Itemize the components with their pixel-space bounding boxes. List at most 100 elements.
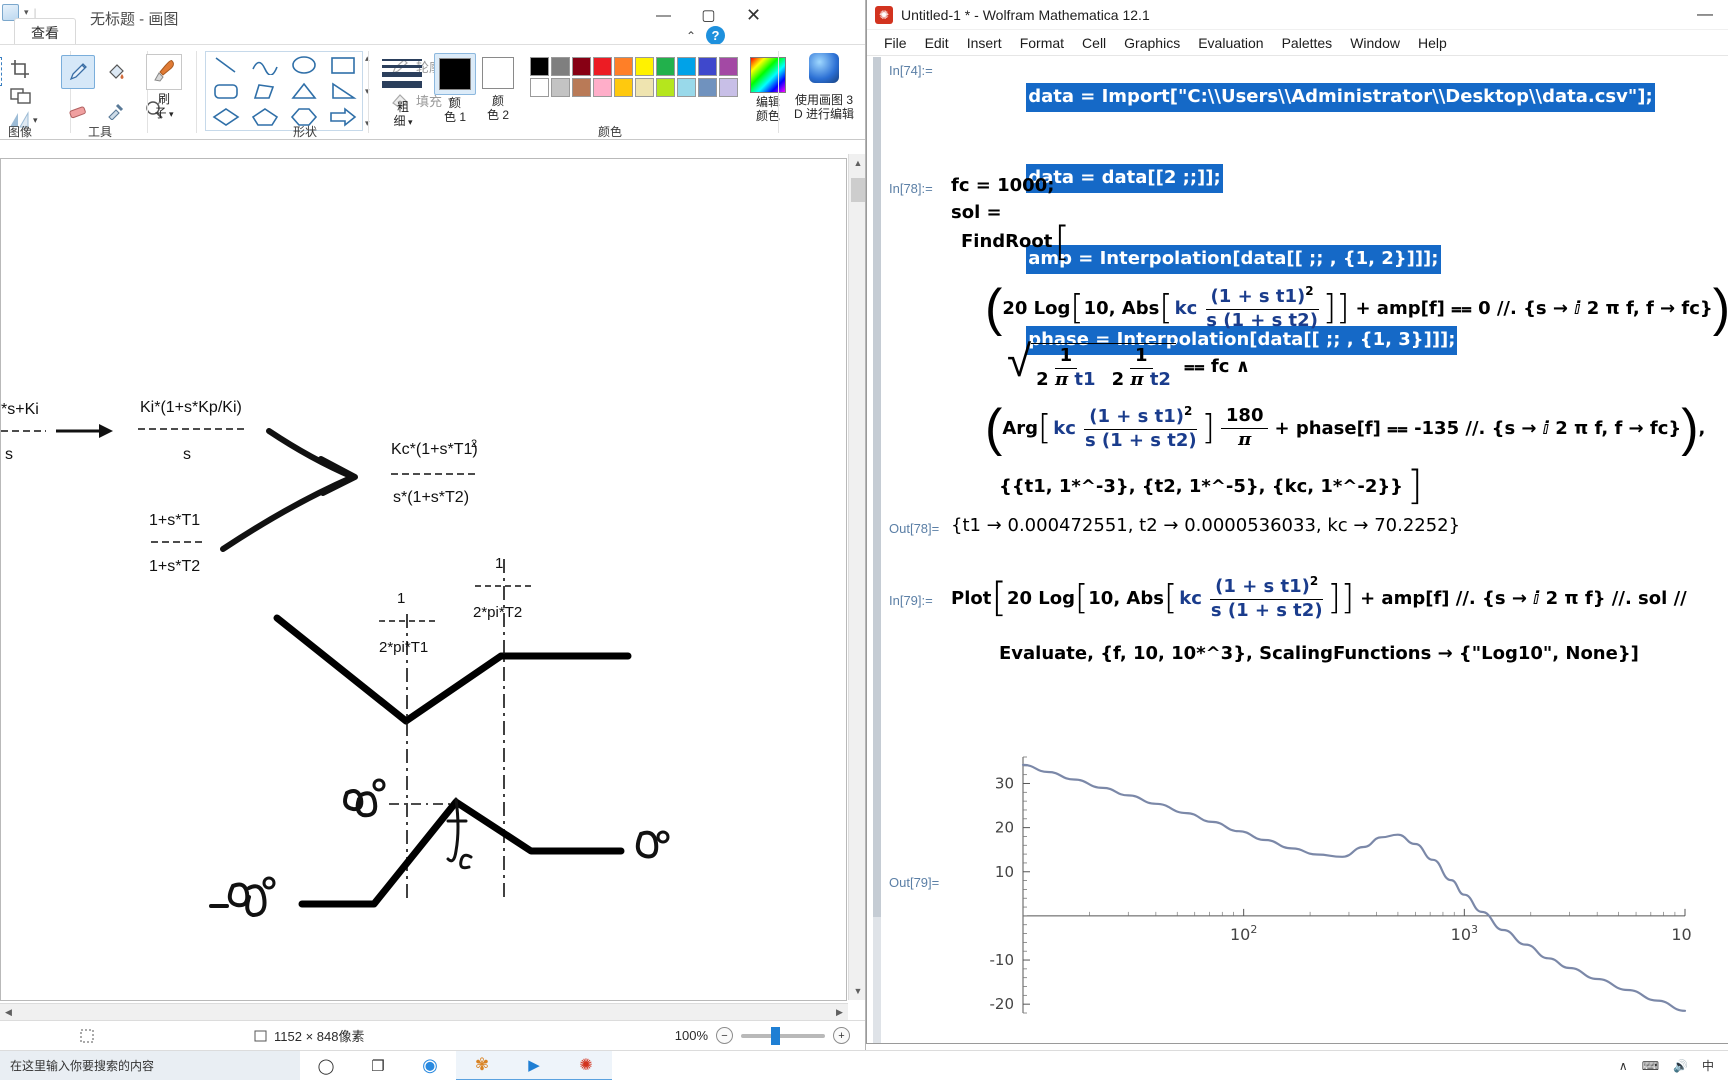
vertical-scroll-thumb[interactable] (851, 178, 865, 202)
color1-swatch[interactable] (439, 58, 471, 90)
shape-line[interactable] (206, 52, 245, 78)
color2-swatch[interactable] (482, 57, 514, 89)
menu-evaluation[interactable]: Evaluation (1189, 33, 1272, 53)
palette-swatch[interactable] (530, 78, 549, 97)
shape-right-triangle[interactable] (323, 78, 362, 104)
shape-rectangle[interactable] (323, 52, 362, 78)
thickness-1-icon[interactable] (382, 59, 422, 61)
canvas-vertical-scrollbar[interactable]: ▲ ▼ (848, 154, 865, 1000)
ribbon-help-area[interactable]: ⌃ ? (686, 26, 725, 45)
palette-swatch[interactable] (698, 78, 717, 97)
scroll-down-icon[interactable]: ▼ (849, 982, 865, 1000)
windows-taskbar[interactable]: 在这里输入你要搜索的内容 ◯ ❐ ◉ ✾ ▶ ✺ ∧ ⌨ 🔊 中 (0, 1050, 1728, 1080)
zoom-slider-knob[interactable] (771, 1026, 780, 1045)
menu-edit[interactable]: Edit (916, 33, 958, 53)
paint-ribbon-tabs[interactable]: 查看 (0, 18, 865, 48)
system-tray[interactable]: ∧ ⌨ 🔊 中 (1619, 1057, 1728, 1074)
palette-swatch[interactable] (530, 57, 549, 76)
palette-swatch[interactable] (551, 78, 570, 97)
thickness-2-icon[interactable] (382, 65, 422, 68)
thickness-3-icon[interactable] (382, 72, 422, 77)
zoom-in-button[interactable]: + (833, 1027, 850, 1044)
mathematica-icon[interactable]: ✺ (560, 1050, 612, 1080)
chevron-down-icon[interactable]: ▾ (166, 109, 174, 119)
ribbon-group-paint3d[interactable]: 使用画图 3 D 进行编辑 (782, 45, 865, 141)
zoom-control[interactable]: 100% − + (675, 1026, 850, 1045)
chrome-icon[interactable]: ◉ (404, 1051, 456, 1080)
shape-ellipse[interactable] (284, 52, 323, 78)
color1-button[interactable]: 颜 色 1 (434, 53, 476, 125)
shape-rounded-rectangle[interactable] (206, 78, 245, 104)
palette-swatch[interactable] (551, 57, 570, 76)
volume-icon[interactable]: 🔊 (1673, 1059, 1688, 1073)
chevron-up-icon[interactable]: ⌃ (686, 29, 696, 43)
chevron-down-icon[interactable]: ▾ (24, 7, 29, 18)
shape-polygon[interactable] (245, 78, 284, 104)
palette-swatch[interactable] (572, 78, 591, 97)
canvas-horizontal-scrollbar[interactable]: ◀ ▶ (0, 1003, 848, 1020)
ribbon-group-thickness[interactable]: 粗 细 ▾ (372, 45, 434, 141)
menu-palettes[interactable]: Palettes (1273, 33, 1342, 53)
mathematica-menubar[interactable]: File Edit Insert Format Cell Graphics Ev… (867, 30, 1728, 56)
color2-button[interactable]: 颜 色 2 (482, 57, 514, 123)
palette-swatch[interactable] (677, 78, 696, 97)
help-icon[interactable]: ? (706, 26, 725, 45)
notebook-scroll-thumb[interactable] (873, 57, 881, 917)
palette-swatch[interactable] (593, 57, 612, 76)
thickness-options[interactable] (382, 59, 422, 88)
scroll-right-icon[interactable]: ▶ (831, 1004, 848, 1021)
menu-help[interactable]: Help (1409, 33, 1456, 53)
shape-triangle[interactable] (284, 78, 323, 104)
color-picker-tool[interactable] (99, 93, 133, 127)
thickness-4-icon[interactable] (382, 81, 422, 88)
task-view-icon[interactable]: ❐ (352, 1051, 404, 1080)
palette-swatch[interactable] (698, 57, 717, 76)
settings-icon[interactable]: ✾ (456, 1050, 508, 1080)
palette-swatch[interactable] (719, 78, 738, 97)
tray-expand-icon[interactable]: ∧ (1619, 1059, 1628, 1073)
pencil-tool[interactable] (61, 55, 95, 89)
color-palette[interactable] (530, 57, 738, 97)
menu-insert[interactable]: Insert (958, 33, 1011, 53)
zoom-slider[interactable] (741, 1026, 825, 1045)
eraser-tool[interactable] (61, 93, 95, 127)
keyboard-icon[interactable]: ⌨ (1642, 1059, 1659, 1073)
brush-button[interactable] (146, 54, 182, 90)
paint-canvas[interactable]: *s+Ki s Ki*(1+s*Kp/Ki) s 1+s*T1 1+s*T2 K… (0, 158, 847, 1001)
paint-canvas-area[interactable]: *s+Ki s Ki*(1+s*Kp/Ki) s 1+s*T1 1+s*T2 K… (0, 140, 865, 1020)
zoom-out-button[interactable]: − (716, 1027, 733, 1044)
menu-window[interactable]: Window (1341, 33, 1409, 53)
menu-graphics[interactable]: Graphics (1115, 33, 1189, 53)
palette-swatch[interactable] (614, 57, 633, 76)
ribbon-group-brushes[interactable]: 刷 子 ▾ (132, 45, 196, 141)
minimize-button[interactable]: — (1682, 0, 1728, 30)
palette-swatch[interactable] (677, 57, 696, 76)
scroll-left-icon[interactable]: ◀ (0, 1004, 17, 1021)
menu-format[interactable]: Format (1011, 33, 1073, 53)
menu-file[interactable]: File (875, 33, 916, 53)
palette-swatch[interactable] (656, 57, 675, 76)
resize-button[interactable] (10, 85, 32, 110)
palette-swatch[interactable] (614, 78, 633, 97)
palette-swatch[interactable] (719, 57, 738, 76)
crop-button[interactable] (10, 59, 30, 84)
select-tool[interactable]: 选 择 ▾ (0, 57, 2, 129)
media-player-icon[interactable]: ▶ (508, 1050, 560, 1080)
chevron-down-icon[interactable]: ▾ (405, 117, 413, 127)
palette-swatch[interactable] (593, 78, 612, 97)
edit-colors-button[interactable]: 编辑 颜色 (750, 57, 786, 124)
menu-cell[interactable]: Cell (1073, 33, 1115, 53)
fill-tool[interactable] (99, 55, 133, 89)
shape-curve[interactable] (245, 52, 284, 78)
shapes-gallery[interactable] (205, 51, 363, 131)
scroll-up-icon[interactable]: ▲ (849, 154, 865, 172)
palette-swatch[interactable] (656, 78, 675, 97)
notebook-area[interactable]: In[74]:= data = Import["C:\\Users\\Admin… (867, 57, 1728, 1043)
palette-swatch[interactable] (572, 57, 591, 76)
palette-swatch[interactable] (635, 57, 654, 76)
cortana-icon[interactable]: ◯ (300, 1051, 352, 1080)
palette-swatch[interactable] (635, 78, 654, 97)
ime-icon[interactable]: 中 (1702, 1057, 1714, 1074)
bode-magnitude-plot[interactable]: -20 -10 10 20 30 102 103 104 (951, 747, 1699, 1043)
taskbar-search-box[interactable]: 在这里输入你要搜索的内容 (0, 1050, 300, 1080)
